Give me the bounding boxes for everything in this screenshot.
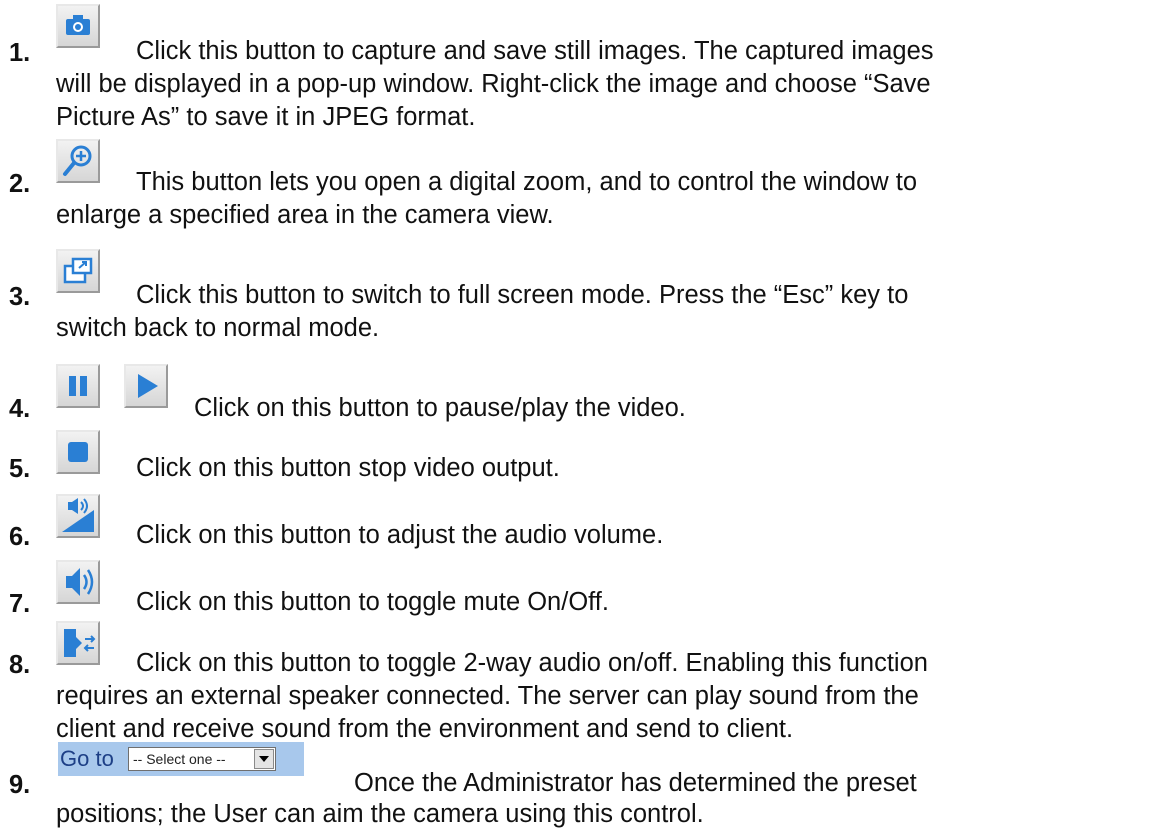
item-text-line: Click on this button to toggle mute On/O… — [136, 588, 609, 616]
goto-label: Go to — [60, 746, 114, 771]
chevron-down-icon[interactable] — [254, 749, 274, 769]
stop-icon[interactable] — [56, 430, 100, 474]
item-number: 5. — [9, 455, 31, 483]
item-text-line: enlarge a specified area in the camera v… — [56, 201, 554, 229]
item-text-line: positions; the User can aim the camera u… — [56, 800, 704, 828]
item-number: 2. — [9, 170, 31, 198]
item-text-line: This button lets you open a digital zoom… — [136, 168, 918, 196]
item-text-line: Once the Administrator has determined th… — [354, 769, 917, 797]
item-number: 4. — [9, 395, 31, 423]
preset-select-value: -- Select one -- — [133, 751, 226, 767]
item-number: 6. — [9, 523, 31, 551]
zoom-in-icon[interactable] — [56, 139, 100, 183]
preset-select[interactable]: -- Select one -- — [128, 747, 276, 771]
item-text-line: switch back to normal mode. — [56, 314, 380, 342]
play-icon[interactable] — [124, 364, 168, 408]
item-text-line: requires an external speaker connected. … — [56, 682, 919, 710]
camera-icon[interactable] — [56, 4, 100, 48]
preset-goto-control: Go to -- Select one -- — [58, 742, 304, 776]
item-text-line: Click on this button to toggle 2-way aud… — [136, 649, 928, 677]
item-number: 3. — [9, 283, 31, 311]
item-text-line: Picture As” to save it in JPEG format. — [56, 103, 476, 131]
item-text-line: will be displayed in a pop-up window. Ri… — [56, 70, 931, 98]
item-text-line: Click on this button to adjust the audio… — [136, 521, 664, 549]
mute-icon[interactable] — [56, 560, 100, 604]
item-number: 7. — [9, 590, 31, 618]
two-way-audio-icon[interactable] — [56, 621, 100, 665]
item-number: 9. — [9, 771, 31, 799]
fullscreen-icon[interactable] — [56, 249, 100, 293]
pause-icon[interactable] — [56, 364, 100, 408]
item-number: 8. — [9, 651, 31, 679]
item-number: 1. — [9, 39, 31, 67]
volume-icon[interactable] — [56, 494, 100, 538]
item-text-line: client and receive sound from the enviro… — [56, 715, 794, 743]
item-text-line: Click this button to switch to full scre… — [136, 281, 909, 309]
item-text-line: Click on this button to pause/play the v… — [194, 394, 686, 422]
item-text-line: Click on this button stop video output. — [136, 454, 560, 482]
item-text-line: Click this button to capture and save st… — [136, 37, 934, 65]
